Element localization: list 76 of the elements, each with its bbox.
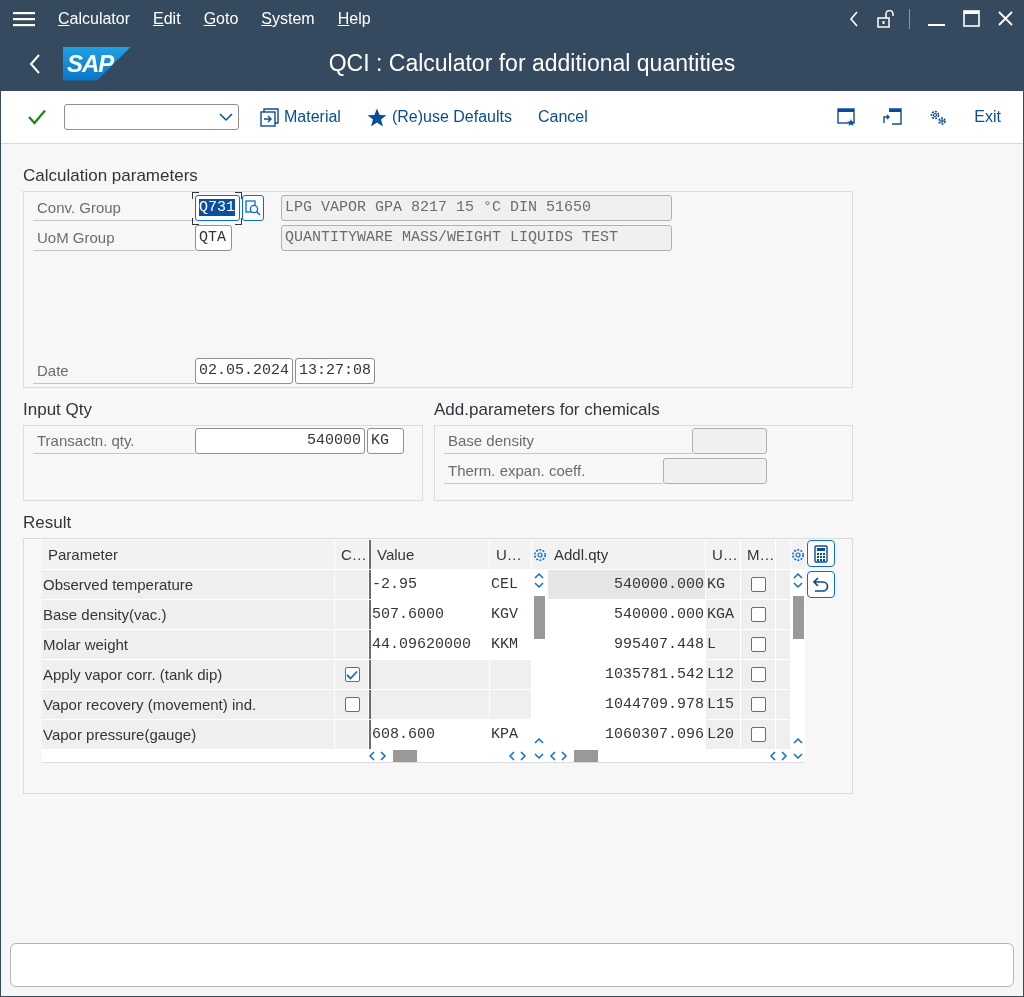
menu-icon[interactable] — [13, 10, 35, 27]
column-header[interactable]: U… — [490, 540, 531, 569]
calculator-icon — [814, 544, 828, 563]
checkbox[interactable] — [751, 727, 766, 742]
table-cell: Molar weight — [42, 630, 334, 659]
menu-item[interactable]: Edit — [153, 9, 181, 28]
table-cell: Apply vapor corr. (tank dip) — [42, 660, 334, 689]
unlock-icon[interactable] — [877, 9, 895, 28]
settings-icon[interactable] — [533, 547, 547, 562]
menu-item[interactable]: Calculator — [58, 9, 131, 28]
column-header[interactable]: Parameter — [42, 540, 334, 569]
table-cell: Vapor recovery (movement) ind. — [42, 690, 334, 719]
search-icon — [245, 200, 261, 216]
command-field[interactable] — [64, 104, 239, 130]
checkbox[interactable] — [751, 577, 766, 592]
star-icon — [366, 107, 387, 127]
toolbar-button[interactable]: Cancel — [535, 104, 590, 130]
document-arrow-icon — [260, 107, 279, 127]
description-field: LPG VAPOR GPA 8217 15 °C DIN 51650 — [281, 195, 672, 221]
toolbar-button[interactable]: (Re)use Defaults — [364, 103, 514, 131]
back-icon[interactable] — [29, 53, 41, 74]
checkmark-icon[interactable] — [28, 109, 46, 125]
table-cell — [335, 570, 368, 599]
search-help-button[interactable] — [242, 195, 264, 221]
caret-icon — [219, 112, 233, 122]
table-cell: KGA — [706, 600, 740, 629]
undo-icon — [813, 577, 829, 592]
checkbox[interactable] — [751, 607, 766, 622]
close-icon[interactable] — [998, 11, 1013, 26]
exit-button[interactable]: Exit — [972, 104, 1003, 130]
field-label: Therm. expan. coeff. — [444, 458, 663, 484]
table-cell: KG — [706, 570, 740, 599]
column-header[interactable]: Value — [369, 540, 489, 569]
gears-icon[interactable] — [929, 108, 948, 126]
undo-button[interactable] — [807, 571, 835, 598]
logo: SAP — [63, 46, 131, 81]
toolbar-button[interactable]: Material — [258, 103, 343, 131]
checkbox[interactable] — [751, 637, 766, 652]
group-title: Add.parameters for chemicals — [434, 400, 661, 420]
checkbox[interactable] — [751, 667, 766, 682]
input-field[interactable]: Q731 — [195, 195, 240, 221]
menu-item[interactable]: Goto — [203, 9, 239, 28]
checkbox[interactable] — [751, 697, 766, 712]
calculator-button[interactable] — [807, 540, 835, 567]
time-field[interactable]: 13:27:08 — [295, 358, 376, 384]
table-cell: L — [706, 630, 740, 659]
menu-item[interactable]: Help — [337, 9, 371, 28]
column-header[interactable]: M… — [741, 540, 775, 569]
input-field[interactable]: QTA — [195, 225, 232, 251]
column-header[interactable]: Addl.qty — [548, 540, 705, 569]
table-cell: Vapor pressure(gauge) — [42, 720, 334, 749]
checkbox[interactable] — [344, 697, 360, 712]
date-field[interactable]: 02.05.2024 — [195, 358, 293, 384]
maximize-icon[interactable] — [963, 10, 980, 27]
checkbox[interactable] — [344, 667, 360, 682]
group-title: Input Qty — [23, 400, 93, 420]
table-cell: Observed temperature — [42, 570, 334, 599]
quantity-field[interactable]: 540000 — [195, 428, 365, 454]
field-label: Base density — [444, 428, 692, 454]
table-cell: L15 — [706, 690, 740, 719]
unit-field[interactable]: KG — [367, 428, 404, 454]
column-header[interactable]: C… — [335, 540, 368, 569]
table-cell: 540000.000 — [548, 570, 705, 599]
window-arrow-icon[interactable] — [883, 108, 903, 126]
column-header[interactable]: U… — [706, 540, 740, 569]
table-cell: L20 — [706, 720, 740, 749]
chevron-left-icon[interactable] — [849, 10, 859, 27]
group-title: Result — [23, 513, 73, 533]
menu-item[interactable]: System — [261, 9, 315, 28]
settings-icon[interactable] — [791, 547, 805, 562]
table-cell: L12 — [706, 660, 740, 689]
group-title: Calculation parameters — [23, 166, 199, 186]
description-field: QUANTITYWARE MASS/WEIGHT LIQUIDS TEST — [281, 225, 672, 251]
window-title: QCI : Calculator for additional quantities — [327, 50, 737, 77]
table-cell: Base density(vac.) — [42, 600, 334, 629]
table-cell — [335, 600, 368, 629]
